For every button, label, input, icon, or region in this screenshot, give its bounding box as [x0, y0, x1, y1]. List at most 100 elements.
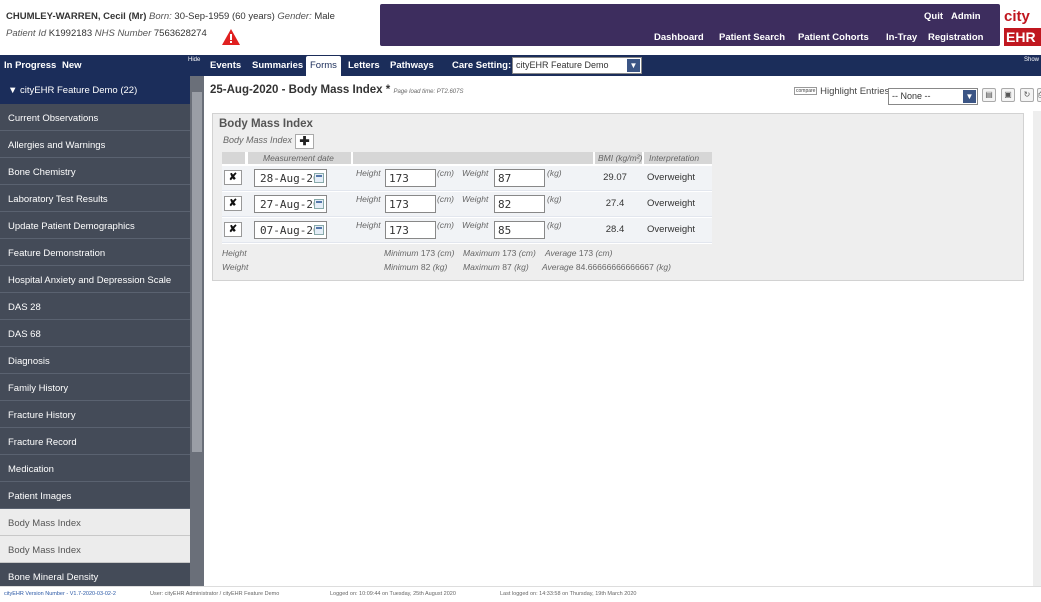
- sidebar-item-body-mass-index[interactable]: Body Mass Index: [0, 509, 190, 536]
- compare-icon[interactable]: compare: [794, 87, 818, 96]
- measurement-date-value: 27-Aug-20: [260, 198, 320, 211]
- version-number: cityEHR Version Number - V1.7-2020-03-02…: [4, 591, 116, 597]
- interpretation-value: Overweight: [647, 224, 696, 235]
- sidebar-item-diagnosis[interactable]: Diagnosis: [0, 347, 190, 374]
- height-label: Height: [356, 220, 381, 230]
- summary-weight-avg: Average 84.66666666666667 (kg): [542, 262, 671, 272]
- save-icon[interactable]: ▤: [982, 88, 996, 102]
- weight-field[interactable]: 85: [494, 221, 545, 239]
- highlight-entries-value: -- None --: [892, 91, 931, 101]
- height-field[interactable]: 173: [385, 195, 436, 213]
- tab-summaries[interactable]: Summaries: [252, 60, 303, 71]
- born-label: Born:: [149, 11, 172, 22]
- weight-field[interactable]: 87: [494, 169, 545, 187]
- summary-height-avg: Average 173 (cm): [545, 248, 613, 258]
- tab-pathways[interactable]: Pathways: [390, 60, 434, 71]
- delete-row-button[interactable]: ✘: [224, 222, 242, 237]
- weight-label: Weight: [462, 168, 489, 178]
- weight-unit: (kg): [547, 168, 562, 178]
- measurement-date-field[interactable]: 28-Aug-20: [254, 169, 327, 187]
- nhs-label: NHS Number: [94, 28, 152, 39]
- tab-forms[interactable]: Forms: [306, 56, 341, 76]
- in-tray-link[interactable]: In-Tray: [886, 32, 917, 43]
- calendar-icon[interactable]: [314, 225, 324, 235]
- chevron-down-icon[interactable]: ▼: [627, 59, 640, 72]
- patient-cohorts-link[interactable]: Patient Cohorts: [798, 32, 869, 43]
- status-bar: cityEHR Version Number - V1.7-2020-03-02…: [0, 586, 1041, 602]
- measurement-date-field[interactable]: 27-Aug-20: [254, 195, 327, 213]
- height-field[interactable]: 173: [385, 221, 436, 239]
- bmi-panel: Body Mass Index Body Mass Index ✚ Measur…: [212, 113, 1024, 281]
- tab-new[interactable]: New: [62, 60, 82, 71]
- calendar-icon[interactable]: [314, 199, 324, 209]
- bmi-table: Measurement date BMI (kg/m²) Interpretat…: [222, 152, 712, 244]
- sidebar-item-update-demographics[interactable]: Update Patient Demographics: [0, 212, 190, 239]
- sidebar-item-family-history[interactable]: Family History: [0, 374, 190, 401]
- show-link[interactable]: Show: [1024, 57, 1039, 63]
- top-nav-bar: Quit Admin Dashboard Patient Search Pati…: [380, 4, 1000, 46]
- quit-link[interactable]: Quit: [924, 11, 943, 22]
- sidebar-scroll-thumb[interactable]: [192, 92, 202, 452]
- sidebar-item-bone-chemistry[interactable]: Bone Chemistry: [0, 158, 190, 185]
- gender-value: Male: [314, 11, 335, 22]
- header-cell-measurements: [353, 152, 593, 164]
- main-content: 25-Aug-2020 - Body Mass Index * Page loa…: [204, 76, 1041, 586]
- sidebar-item-das-28[interactable]: DAS 28: [0, 293, 190, 320]
- sidebar-item-medication[interactable]: Medication: [0, 455, 190, 482]
- height-unit: (cm): [437, 168, 454, 178]
- chevron-down-icon[interactable]: ▼: [963, 90, 976, 103]
- delete-row-button[interactable]: ✘: [224, 170, 242, 185]
- sidebar-item-fracture-record[interactable]: Fracture Record: [0, 428, 190, 455]
- admin-link[interactable]: Admin: [951, 11, 981, 22]
- sidebar-item-fracture-history[interactable]: Fracture History: [0, 401, 190, 428]
- tab-letters[interactable]: Letters: [348, 60, 380, 71]
- registration-link[interactable]: Registration: [928, 32, 983, 43]
- sidebar-item-lab-test-results[interactable]: Laboratory Test Results: [0, 185, 190, 212]
- sidebar-item-hads[interactable]: Hospital Anxiety and Depression Scale: [0, 266, 190, 293]
- interpretation-value: Overweight: [647, 172, 696, 183]
- measurement-date-value: 07-Aug-20: [260, 224, 320, 237]
- dashboard-link[interactable]: Dashboard: [654, 32, 704, 43]
- refresh-icon[interactable]: ↻: [1020, 88, 1034, 102]
- add-entry-button[interactable]: ✚: [295, 134, 314, 149]
- print-icon[interactable]: ⎙: [1037, 88, 1041, 102]
- weight-field[interactable]: 82: [494, 195, 545, 213]
- sidebar-item-body-mass-index-2[interactable]: Body Mass Index: [0, 536, 190, 563]
- sidebar-item-feature-demonstration[interactable]: Feature Demonstration: [0, 239, 190, 266]
- bmi-value: 29.07: [603, 172, 627, 183]
- sidebar-item-patient-images[interactable]: Patient Images: [0, 482, 190, 509]
- table-row: ✘ 28-Aug-20 Height 173 (cm) Weight 87 (k…: [222, 166, 712, 191]
- cityehr-logo: city EHR: [1004, 8, 1041, 48]
- print-preview-icon[interactable]: ▣: [1001, 88, 1015, 102]
- patient-banner: CHUMLEY-WARREN, Cecil (Mr) Born: 30-Sep-…: [6, 8, 376, 42]
- main-scrollbar[interactable]: [1033, 111, 1041, 586]
- bmi-value: 27.4: [605, 198, 625, 209]
- nhs-value: 7563628274: [153, 28, 207, 39]
- patient-search-link[interactable]: Patient Search: [719, 32, 785, 43]
- care-setting-select[interactable]: cityEHR Feature Demo ▼: [512, 57, 642, 74]
- height-label: Height: [356, 194, 381, 204]
- bmi-value: 28.4: [605, 224, 625, 235]
- sidebar: ▼ cityEHR Feature Demo (22) Current Obse…: [0, 76, 204, 586]
- highlight-entries-label: Highlight Entries: [820, 86, 890, 97]
- highlight-entries-select[interactable]: -- None -- ▼: [888, 88, 978, 105]
- logo-top-text: city: [1004, 8, 1030, 25]
- warning-icon[interactable]: [222, 29, 240, 45]
- sidebar-item-allergies-warnings[interactable]: Allergies and Warnings: [0, 131, 190, 158]
- delete-row-button[interactable]: ✘: [224, 196, 242, 211]
- care-setting-label: Care Setting:: [452, 60, 512, 71]
- calendar-icon[interactable]: [314, 173, 324, 183]
- tab-in-progress[interactable]: In Progress: [4, 60, 56, 71]
- header-cell-blank: [222, 152, 245, 164]
- measurement-date-field[interactable]: 07-Aug-20: [254, 221, 327, 239]
- hide-sidebar-link[interactable]: Hide: [188, 57, 200, 63]
- sidebar-item-das-68[interactable]: DAS 68: [0, 320, 190, 347]
- table-row: ✘ 07-Aug-20 Height 173 (cm) Weight 85 (k…: [222, 218, 712, 243]
- tab-events[interactable]: Events: [210, 60, 241, 71]
- page-load-time: Page load time: PT2.607S: [393, 89, 464, 95]
- height-field[interactable]: 173: [385, 169, 436, 187]
- form-title: 25-Aug-2020 - Body Mass Index * Page loa…: [210, 84, 463, 96]
- sidebar-group-header[interactable]: ▼ cityEHR Feature Demo (22): [0, 76, 190, 104]
- sidebar-item-current-observations[interactable]: Current Observations: [0, 104, 190, 131]
- sidebar-item-bone-mineral-density[interactable]: Bone Mineral Density: [0, 563, 190, 586]
